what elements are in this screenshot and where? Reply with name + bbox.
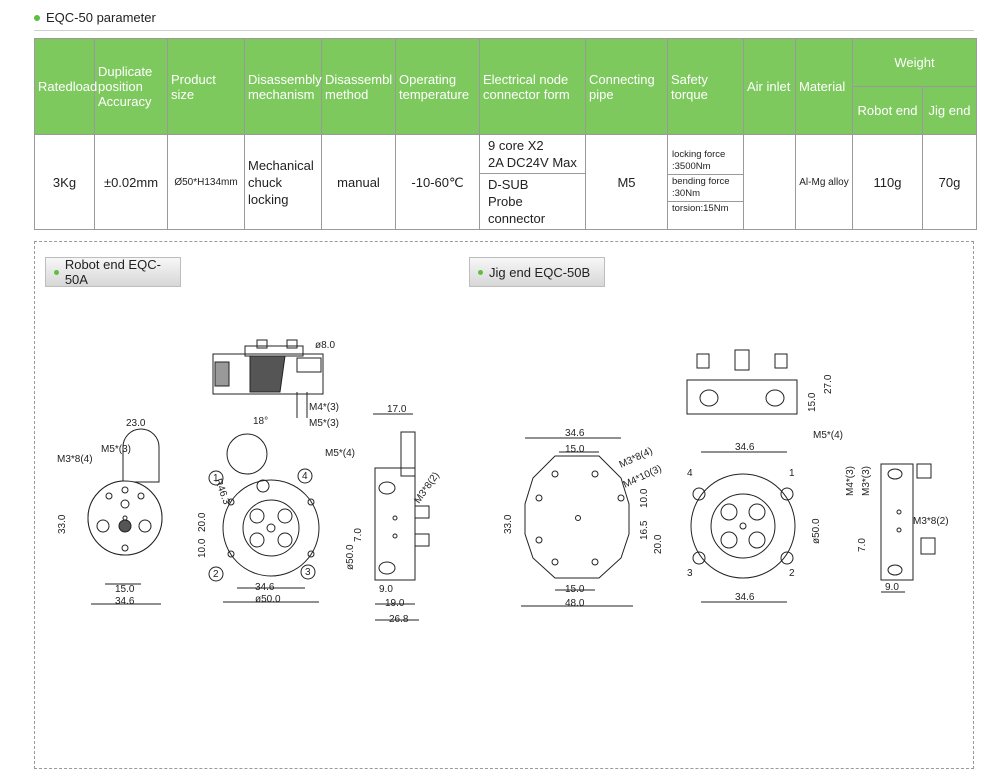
- dim-label: 10.0: [639, 488, 650, 508]
- dim-label: 33.0: [503, 514, 514, 534]
- dim-label: 20.0: [653, 534, 664, 554]
- dim-label: 7.0: [857, 538, 868, 552]
- dim-label: 9.0: [379, 584, 393, 595]
- dim-label: 34.6: [565, 428, 585, 439]
- header-temp: Operating temperature: [395, 38, 480, 135]
- robot-angled-view: [208, 433, 320, 603]
- header-dis-mech: Disassembly mechanism: [244, 38, 322, 135]
- technical-drawings: ø8.0 M4*(3) M5*(3) 23.0 M3*8(4) M5*(3) 3…: [57, 339, 949, 625]
- dim-label: 9.0: [885, 582, 899, 593]
- dim-label: M3*8(2): [913, 516, 949, 527]
- jig-side-view: [880, 463, 936, 593]
- header-pipe: Connecting pipe: [585, 38, 668, 135]
- cell-torque: locking force :3500Nm bending force :30N…: [667, 134, 744, 230]
- dim-label: 17.0: [387, 404, 407, 415]
- jig-top-view: [686, 349, 798, 415]
- connector-line-2: 2A DC24V Max: [488, 155, 577, 170]
- dim-label: M5*(3): [309, 418, 339, 429]
- dim-label: 16.5: [639, 520, 650, 540]
- dim-label: ø50.0: [811, 518, 822, 544]
- torque-line-1: locking force :3500Nm: [668, 148, 743, 175]
- header-material: Material: [795, 38, 853, 135]
- cell-material: Al-Mg alloy: [795, 134, 853, 230]
- circle-number: 1: [213, 473, 219, 484]
- cell-robot-end: 110g: [852, 134, 923, 230]
- cell-accuracy: ±0.02mm: [94, 134, 168, 230]
- dim-label: M5*(4): [325, 448, 355, 459]
- dim-label: 27.0: [823, 374, 834, 394]
- header-dis-method: Disassembl method: [321, 38, 396, 135]
- header-rated-load: Ratedload: [34, 38, 97, 135]
- cell-size: Ø50*H134mm: [167, 134, 245, 230]
- dim-label: 48.0: [565, 598, 585, 609]
- dim-label: 7.0: [353, 528, 364, 542]
- dim-label: ø50.0: [255, 594, 281, 605]
- header-torque: Safety torque: [667, 38, 744, 135]
- dim-label: 33.0: [57, 514, 68, 534]
- dim-label: 34.6: [735, 442, 755, 453]
- dim-label: 23.0: [126, 418, 146, 429]
- header-jig-end: Jig end: [921, 86, 978, 135]
- cell-air: [743, 134, 796, 230]
- cell-pipe: M5: [585, 134, 668, 230]
- dim-label: 26.8: [389, 614, 409, 625]
- dim-label: 20.0: [197, 512, 208, 532]
- dim-label: 15.0: [807, 392, 818, 412]
- bullet-icon: [34, 14, 40, 21]
- connector-line-3: D-SUB: [488, 177, 529, 192]
- torque-line-3: torsion:15Nm: [672, 203, 729, 214]
- connector-line-4: Probe connector: [488, 194, 546, 226]
- torque-line-2: bending force :30Nm: [668, 175, 743, 202]
- cell-rated-load: 3Kg: [34, 134, 95, 230]
- dim-label: M3*8(4): [57, 454, 93, 465]
- header-connector: Electrical node connector form: [479, 38, 586, 135]
- jig-round-view: [690, 451, 796, 603]
- dim-label: 15.0: [115, 584, 135, 595]
- section-title: EQC-50 parameter: [46, 10, 156, 25]
- dim-label: 34.6: [115, 596, 135, 607]
- dim-label: M3*8(2): [412, 470, 441, 505]
- circle-number: 1: [789, 468, 795, 479]
- cell-temp: -10-60℃: [395, 134, 480, 230]
- section-heading: EQC-50 parameter: [34, 10, 156, 25]
- robot-section-view: [212, 339, 324, 418]
- cell-connector: 9 core X2 2A DC24V Max D-SUB Probe conne…: [479, 134, 586, 230]
- circle-number: 2: [213, 569, 219, 580]
- dim-label: 34.6: [735, 592, 755, 603]
- circle-number: 2: [789, 568, 795, 579]
- dim-label: 19.0: [385, 598, 405, 609]
- dim-label: M5*(3): [101, 444, 131, 455]
- dim-label: M5*(4): [813, 430, 843, 441]
- connector-line-1: 9 core X2: [488, 138, 544, 153]
- header-air: Air inlet: [743, 38, 796, 135]
- circle-number: 4: [302, 471, 308, 482]
- parameter-table: Ratedload Duplicate position Accuracy Pr…: [34, 38, 978, 230]
- divider: [34, 30, 974, 31]
- circle-number: 4: [687, 468, 693, 479]
- dim-label: 15.0: [565, 444, 585, 455]
- circle-number: 3: [305, 567, 311, 578]
- header-robot-end: Robot end: [852, 86, 923, 135]
- header-size: Product size: [167, 38, 245, 135]
- robot-front-view: [87, 428, 163, 605]
- header-accuracy: Duplicate position Accuracy: [94, 38, 168, 135]
- jig-front-view: [521, 437, 633, 607]
- dim-label: M3*(3): [861, 466, 872, 496]
- dim-label: 34.6: [255, 582, 275, 593]
- dim-label: ø8.0: [315, 340, 335, 351]
- dim-label: M4*(3): [309, 402, 339, 413]
- drawing-panel: Robot end EQC-50A Jig end EQC-50B ø8.0 M…: [34, 241, 974, 769]
- dim-label: 18°: [253, 416, 268, 427]
- circle-number: 3: [687, 568, 693, 579]
- dim-label: 10.0: [197, 538, 208, 558]
- cell-dis-mech: Mechanical chuck locking: [244, 134, 322, 230]
- cell-dis-method: manual: [321, 134, 396, 230]
- header-weight: Weight: [851, 38, 978, 87]
- dim-label: ø50.0: [345, 544, 356, 570]
- dim-label: M4*(3): [845, 466, 856, 496]
- cell-jig-end: 70g: [921, 134, 978, 230]
- dim-label: 15.0: [565, 584, 585, 595]
